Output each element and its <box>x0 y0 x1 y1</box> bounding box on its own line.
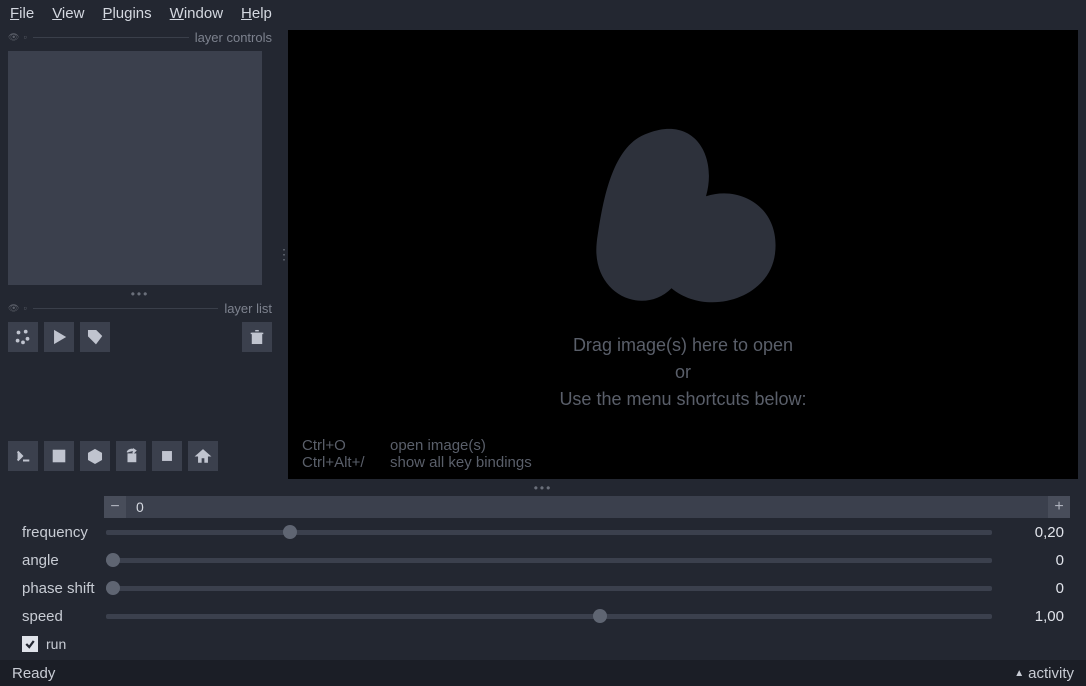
speed-slider[interactable] <box>106 609 992 623</box>
stop-icon[interactable] <box>152 441 182 471</box>
spinner-row: − 0 + <box>104 496 1070 518</box>
frequency-label: frequency <box>8 524 98 541</box>
eye-icon[interactable]: 👁 <box>8 303 19 314</box>
menu-plugins[interactable]: Plugins <box>102 5 151 22</box>
statusbar: Ready ▲ activity <box>0 660 1086 686</box>
layer-controls-header: 👁 ▫ layer controls <box>8 30 272 45</box>
console-icon[interactable] <box>8 441 38 471</box>
status-left: Ready <box>12 665 55 682</box>
speed-label: speed <box>8 608 98 625</box>
horizontal-splitter[interactable]: ••• <box>8 287 272 301</box>
cube-icon[interactable] <box>80 441 110 471</box>
speed-value: 1,00 <box>1000 608 1078 625</box>
menu-view[interactable]: View <box>52 5 84 22</box>
preview-canvas[interactable] <box>8 51 262 285</box>
phase-label: phase shift <box>8 580 98 597</box>
square-icon[interactable] <box>44 441 74 471</box>
angle-label: angle <box>8 552 98 569</box>
phase-value: 0 <box>1000 580 1078 597</box>
layer-list-header: 👁 ▫ layer list <box>8 301 272 316</box>
status-activity[interactable]: activity <box>1028 665 1074 682</box>
spinner-value[interactable]: 0 <box>126 499 1048 515</box>
spinner-plus-button[interactable]: + <box>1048 496 1070 518</box>
run-label: run <box>46 636 66 652</box>
layer-list-label: layer list <box>224 301 272 316</box>
vertical-splitter[interactable]: ⋮ <box>280 30 288 479</box>
play-icon[interactable] <box>44 322 74 352</box>
phase-slider[interactable] <box>106 581 992 595</box>
blob-placeholder-icon <box>568 110 798 343</box>
spinner-minus-button[interactable]: − <box>104 496 126 518</box>
frequency-value: 0,20 <box>1000 524 1078 541</box>
menubar: File View Plugins Window Help <box>0 0 1086 30</box>
shortcuts-list: Ctrl+Oopen image(s) Ctrl+Alt+/show all k… <box>302 437 532 471</box>
scatter-icon[interactable] <box>8 322 38 352</box>
run-checkbox[interactable] <box>22 636 38 652</box>
menu-help[interactable]: Help <box>241 5 272 22</box>
trash-icon[interactable] <box>242 322 272 352</box>
collapse-icon[interactable]: ▫ <box>23 32 26 43</box>
horizontal-splitter-bottom[interactable]: ••• <box>8 481 1078 495</box>
angle-slider[interactable] <box>106 553 992 567</box>
menu-window[interactable]: Window <box>170 5 223 22</box>
chevron-up-icon[interactable]: ▲ <box>1014 668 1024 679</box>
collapse-icon[interactable]: ▫ <box>23 303 26 314</box>
canvas-droparea[interactable]: Drag image(s) here to open or Use the me… <box>288 30 1078 479</box>
drop-instructions: Drag image(s) here to open or Use the me… <box>559 332 806 413</box>
rotate-icon[interactable] <box>116 441 146 471</box>
tag-icon[interactable] <box>80 322 110 352</box>
layer-controls-label: layer controls <box>195 30 272 45</box>
eye-icon[interactable]: 👁 <box>8 32 19 43</box>
menu-file[interactable]: File <box>10 5 34 22</box>
angle-value: 0 <box>1000 552 1078 569</box>
frequency-slider[interactable] <box>106 525 992 539</box>
home-icon[interactable] <box>188 441 218 471</box>
